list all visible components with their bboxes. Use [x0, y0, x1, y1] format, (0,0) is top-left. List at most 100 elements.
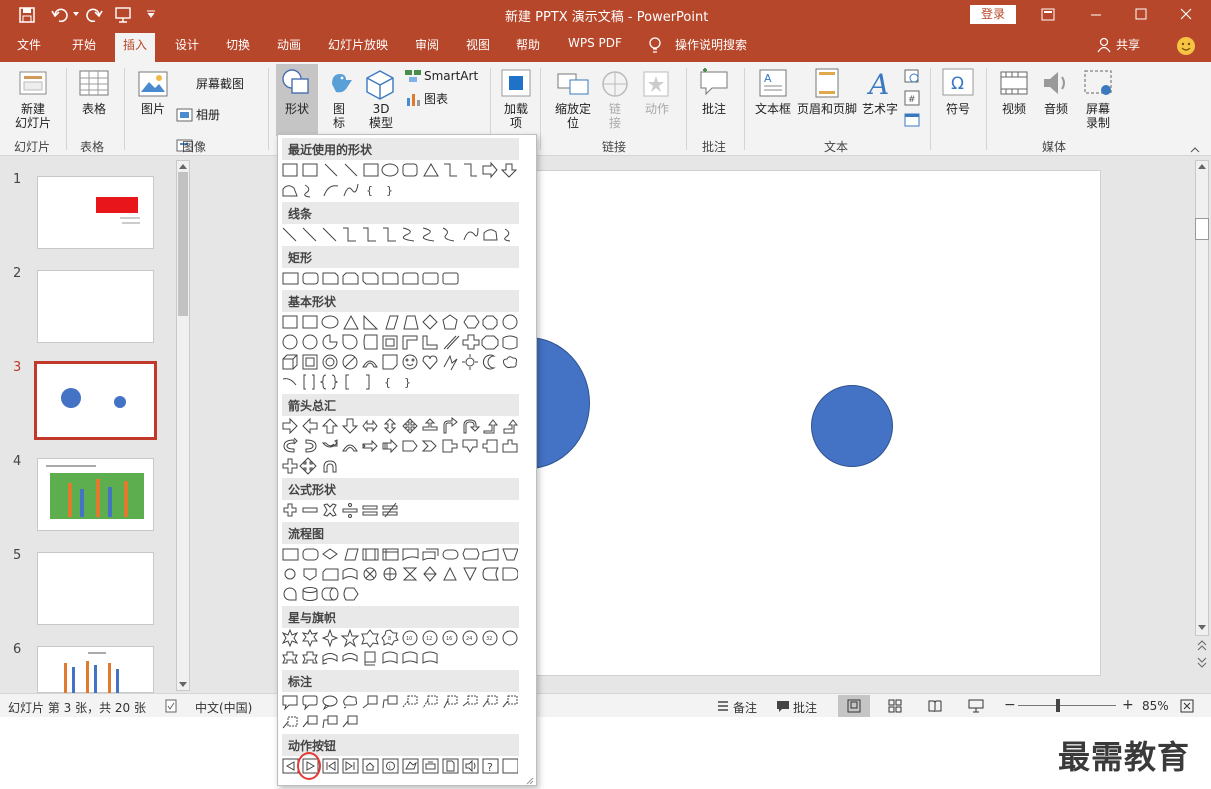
slide-number-icon[interactable]: #	[904, 90, 920, 106]
share-button[interactable]: 共享	[1116, 36, 1140, 53]
zoom-in-button[interactable]: +	[1122, 697, 1134, 713]
scroll-down-icon[interactable]	[178, 681, 188, 689]
recent-shapes-icons-2[interactable]: { }	[280, 181, 518, 201]
basic-shapes-row-1[interactable]	[280, 313, 518, 333]
slide-thumbnail-1[interactable]	[37, 176, 154, 249]
rectangles-row[interactable]	[280, 269, 518, 289]
slide-canvas[interactable]	[466, 170, 1101, 676]
action-button[interactable]: 动作	[642, 102, 672, 116]
tab-animations[interactable]: 动画	[277, 36, 301, 53]
callouts-row-2[interactable]	[280, 713, 518, 733]
basic-shapes-row-2[interactable]	[280, 333, 518, 353]
feedback-smiley-icon[interactable]	[1176, 36, 1196, 56]
undo-dropdown-icon[interactable]	[72, 10, 80, 18]
slide-sorter-icon[interactable]	[888, 699, 902, 713]
textbox-button[interactable]: 文本框	[753, 102, 793, 116]
callouts-row-1[interactable]	[280, 693, 518, 713]
tab-review[interactable]: 审阅	[415, 36, 439, 53]
shapes-button[interactable]: 形状	[278, 102, 316, 116]
small-circle-shape[interactable]	[811, 385, 893, 467]
scroll-down-icon[interactable]	[1197, 624, 1207, 632]
flowchart-icons-3[interactable]	[280, 585, 518, 605]
slide-thumbnail-2[interactable]	[37, 270, 154, 343]
tab-wps-pdf[interactable]: WPS PDF	[568, 36, 622, 50]
banner-icons[interactable]	[280, 649, 518, 669]
lines-row[interactable]	[280, 225, 518, 245]
screenshot-button[interactable]: 屏幕截图	[196, 77, 244, 91]
callout-icons-2[interactable]	[280, 713, 518, 733]
slide-thumbnail-5[interactable]	[37, 552, 154, 625]
block-arrows-row-3[interactable]	[280, 457, 518, 477]
ribbon-display-options-icon[interactable]	[1041, 8, 1055, 21]
basic-shape-icons-2[interactable]	[280, 333, 518, 353]
zoom-level[interactable]: 85%	[1142, 699, 1169, 713]
flowchart-row-2[interactable]	[280, 565, 518, 585]
slide-thumbnail-4[interactable]	[37, 458, 154, 531]
tab-insert[interactable]: 插入	[115, 33, 156, 62]
date-time-icon[interactable]	[904, 68, 920, 84]
basic-shape-icons-1[interactable]	[280, 313, 518, 333]
tab-transitions[interactable]: 切换	[226, 36, 250, 53]
zoom-slider-thumb[interactable]	[1056, 699, 1060, 712]
flowchart-row-1[interactable]	[280, 545, 518, 565]
zoom-button[interactable]: 缩放定 位	[553, 102, 593, 130]
undo-icon[interactable]	[50, 6, 68, 24]
fit-to-window-icon[interactable]	[1180, 699, 1194, 713]
zoom-out-button[interactable]: −	[1004, 697, 1016, 713]
block-arrows-row-1[interactable]	[280, 417, 518, 437]
flowchart-row-3[interactable]	[280, 585, 518, 605]
save-icon[interactable]	[18, 6, 36, 24]
present-from-start-icon[interactable]	[114, 6, 134, 24]
audio-button[interactable]: 音频	[1038, 102, 1074, 116]
scroll-up-icon[interactable]	[178, 162, 188, 170]
smartart-button[interactable]: SmartArt	[424, 69, 478, 83]
redo-icon[interactable]	[86, 6, 104, 24]
header-footer-button[interactable]: 页眉和页脚	[794, 102, 860, 116]
wordart-button[interactable]: 艺术字	[860, 102, 900, 116]
stars-row-1[interactable]: 8 10 12 16 24 32	[280, 629, 518, 649]
basic-shapes-row-3[interactable]	[280, 353, 518, 373]
recent-shapes-icons[interactable]	[280, 161, 518, 181]
shapes-gallery-dropdown[interactable]: 最近使用的形状 { } 线条 矩形 基本形状 {} 箭头总汇 公式形状 流程图…	[277, 134, 537, 786]
customize-toolbar-icon[interactable]	[146, 10, 156, 18]
maximize-icon[interactable]	[1135, 8, 1147, 20]
notes-button[interactable]: 备注	[733, 699, 757, 716]
callout-icons-1[interactable]	[280, 693, 518, 713]
rectangle-shape-icons[interactable]	[280, 269, 518, 289]
block-arrow-icons-2[interactable]	[280, 437, 518, 457]
tab-file[interactable]: 文件	[17, 36, 41, 53]
minimize-icon[interactable]	[1090, 10, 1102, 20]
video-button[interactable]: 视频	[996, 102, 1032, 116]
tab-view[interactable]: 视图	[466, 36, 490, 53]
chart-button[interactable]: 图表	[424, 92, 448, 106]
slide-scroll-thumb[interactable]	[1195, 218, 1209, 240]
equation-shapes-row[interactable]	[280, 501, 518, 521]
recent-shapes-row-2[interactable]: { }	[280, 181, 518, 201]
photo-album-button[interactable]: 相册	[196, 108, 220, 122]
tell-me-search[interactable]: 操作说明搜索	[675, 36, 747, 53]
stars-row-2[interactable]	[280, 649, 518, 669]
new-slide-button[interactable]: 新建 幻灯片	[8, 102, 58, 130]
tab-design[interactable]: 设计	[175, 36, 199, 53]
basic-shapes-row-4[interactable]: { }	[280, 373, 518, 393]
reading-view-icon[interactable]	[928, 699, 942, 713]
block-arrow-icons-3[interactable]	[280, 457, 518, 477]
tab-help[interactable]: 帮助	[516, 36, 540, 53]
slide-thumbnail-6[interactable]	[37, 646, 154, 693]
comment-button[interactable]: 批注	[698, 102, 730, 116]
next-slide-icon[interactable]	[1197, 656, 1207, 668]
equation-shape-icons[interactable]	[280, 501, 518, 521]
zoom-slider-track[interactable]	[1018, 705, 1116, 706]
flowchart-icons-1[interactable]	[280, 545, 518, 565]
login-button[interactable]: 登录	[970, 5, 1016, 24]
basic-shape-icons-3[interactable]	[280, 353, 518, 373]
previous-slide-icon[interactable]	[1197, 640, 1207, 652]
collapse-ribbon-icon[interactable]	[1190, 146, 1200, 154]
slideshow-view-icon[interactable]	[968, 699, 984, 713]
normal-view-icon[interactable]	[847, 699, 861, 713]
tab-home[interactable]: 开始	[72, 36, 96, 53]
language-indicator[interactable]: 中文(中国)	[195, 699, 252, 716]
table-button[interactable]: 表格	[76, 102, 112, 116]
scroll-up-icon[interactable]	[1197, 162, 1207, 170]
object-icon[interactable]	[904, 112, 920, 128]
